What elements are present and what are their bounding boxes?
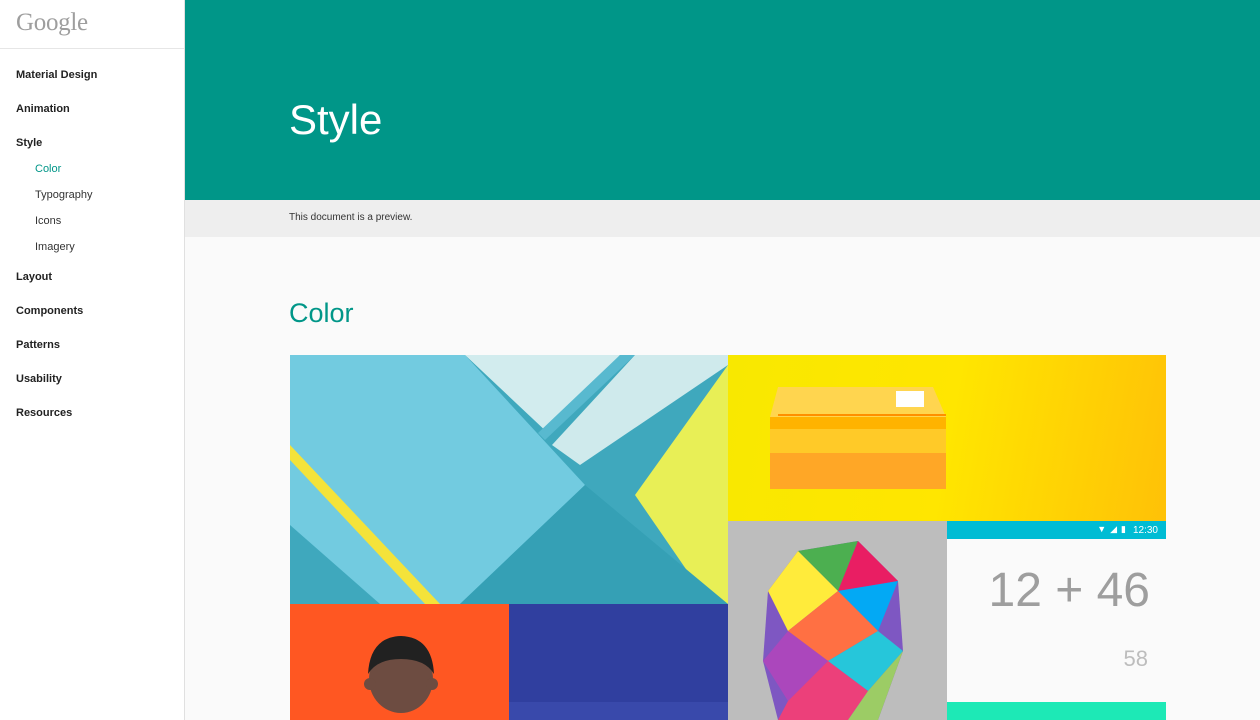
low-poly-head-illustration (728, 521, 947, 720)
battery-icon: ▮ (1121, 524, 1130, 534)
low-poly-head-image (728, 521, 947, 720)
sidebar-item-animation[interactable]: Animation (0, 92, 184, 126)
sidebar-item-style[interactable]: Style (0, 126, 184, 160)
sidebar-item-patterns[interactable]: Patterns (0, 328, 184, 362)
logo-bar: Google (0, 0, 184, 49)
page-header: Style (185, 0, 1260, 200)
sidebar-subitem-typography[interactable]: Typography (0, 182, 184, 208)
color-image-mosaic: ▼◢▮ 12:30 12 + 46 58 (290, 355, 1166, 720)
person-avatar-illustration (290, 604, 509, 720)
preview-notice-text: This document is a preview. (289, 212, 413, 223)
signal-icon: ◢ (1110, 524, 1122, 534)
sidebar-subitem-icons[interactable]: Icons (0, 208, 184, 234)
geometric-paper-image (290, 355, 728, 604)
sidebar-item-components[interactable]: Components (0, 294, 184, 328)
package-box-image (728, 355, 1166, 521)
indigo-color-tile (509, 604, 728, 720)
sidebar-item-material-design[interactable]: Material Design (0, 58, 184, 92)
sidebar-subitem-imagery[interactable]: Imagery (0, 234, 184, 260)
sidebar-item-usability[interactable]: Usability (0, 362, 184, 396)
calc-expression: 12 + 46 (988, 564, 1150, 617)
page-title: Style (289, 96, 383, 143)
avatar-illustration-image (290, 604, 509, 720)
style-submenu: Color Typography Icons Imagery (0, 156, 184, 260)
box-illustration (770, 387, 946, 489)
preview-notice: This document is a preview. (185, 200, 1260, 237)
sidebar: Google Material Design Animation Style C… (0, 0, 185, 720)
status-icons: ▼◢▮ (1097, 524, 1130, 535)
google-logo[interactable]: Google (16, 9, 88, 36)
status-time: 12:30 (1132, 525, 1158, 536)
geometric-paper-illustration (290, 355, 728, 604)
phone-status-bar: ▼◢▮ 12:30 (947, 521, 1166, 539)
indigo-tile-illustration (509, 604, 728, 720)
sidebar-nav: Material Design Animation Style Color Ty… (0, 49, 184, 430)
sidebar-item-resources[interactable]: Resources (0, 396, 184, 430)
calc-result: 58 (1123, 646, 1148, 671)
calculator-app-image: ▼◢▮ 12:30 12 + 46 58 (947, 521, 1166, 720)
section-title: Color (289, 298, 354, 328)
sidebar-item-layout[interactable]: Layout (0, 260, 184, 294)
wifi-icon: ▼ (1097, 524, 1111, 534)
calc-keypad-edge (947, 702, 1166, 720)
